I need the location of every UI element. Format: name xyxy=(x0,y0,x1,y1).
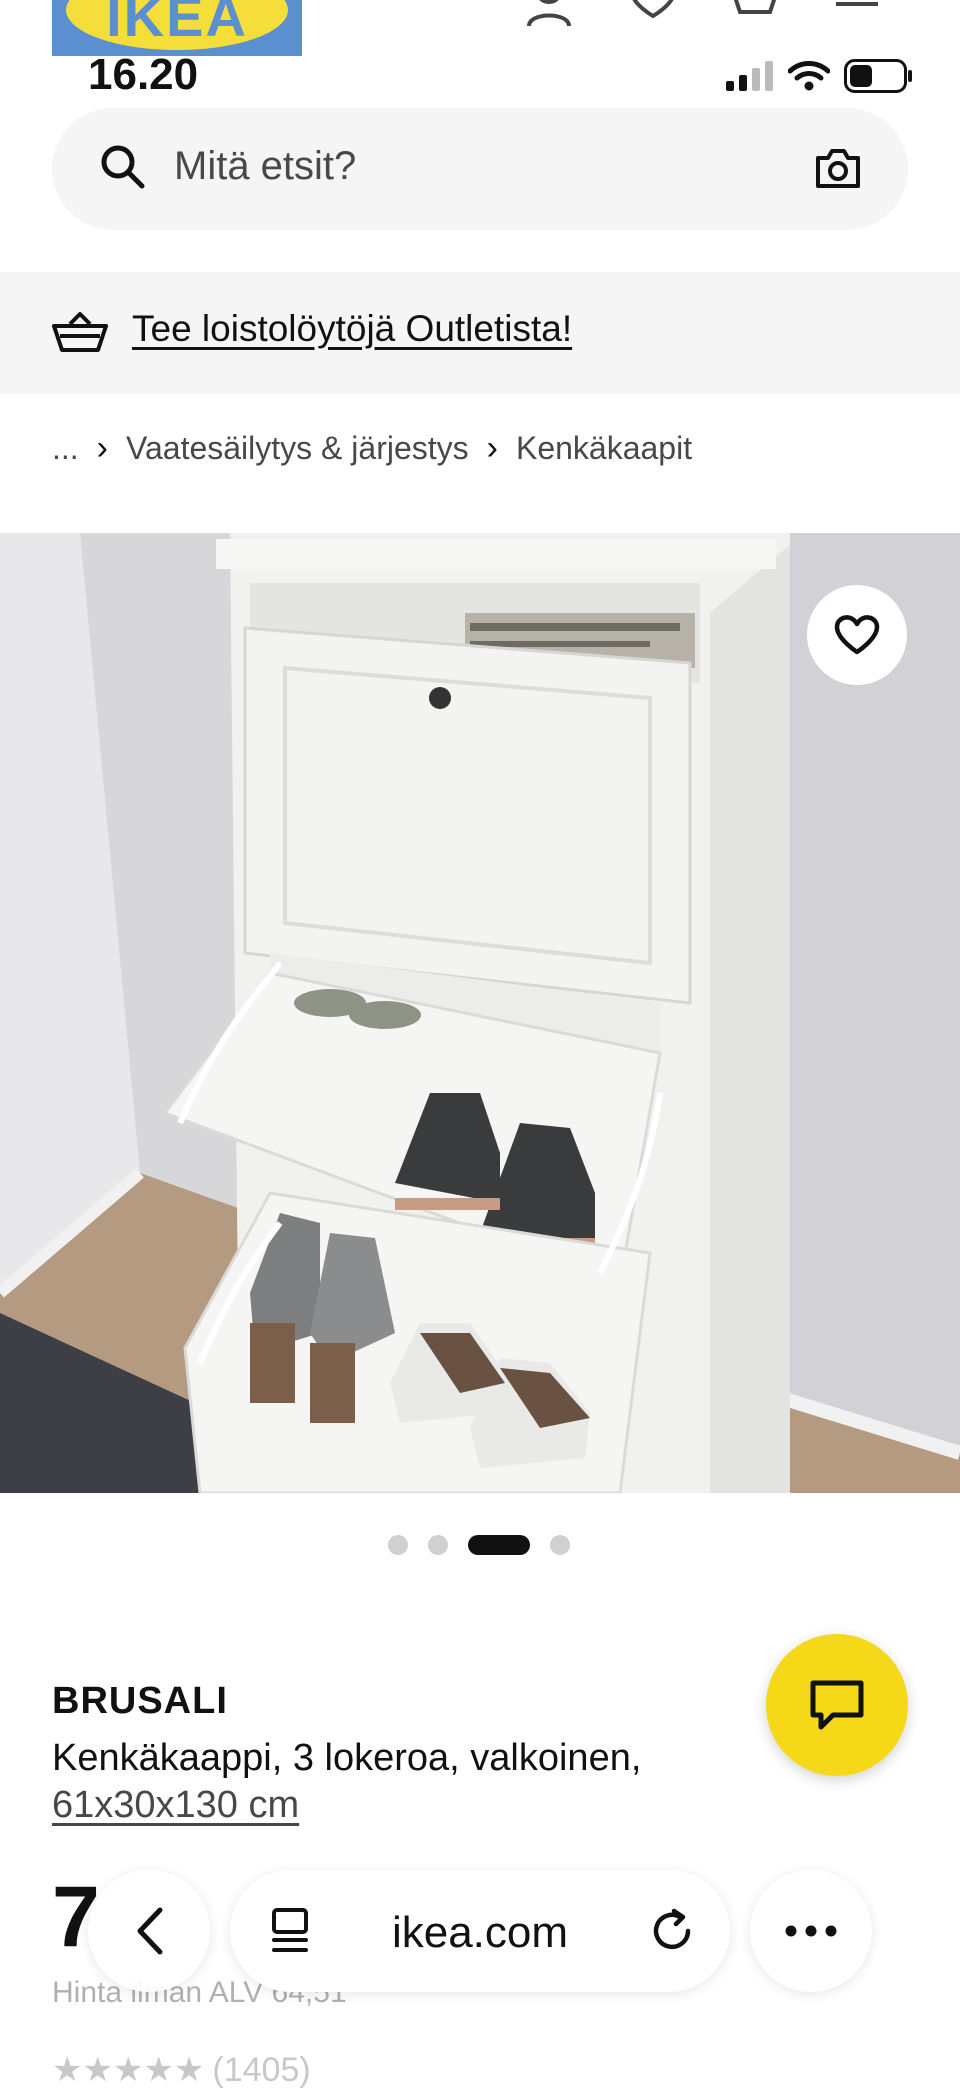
product-size-link[interactable]: 61x30x130 cm xyxy=(52,1784,299,1827)
outlet-banner[interactable]: Tee loistolöytöjä Outletista! xyxy=(0,272,960,394)
breadcrumb-item-vaatesailytys[interactable]: Vaatesäilytys & järjestys xyxy=(126,430,469,467)
carousel-dot[interactable] xyxy=(428,1535,448,1555)
breadcrumb: ... › Vaatesäilytys & järjestys › Kenkäk… xyxy=(52,428,692,468)
chevron-right-icon: › xyxy=(96,428,108,467)
chevron-right-icon: › xyxy=(486,428,498,467)
status-icons xyxy=(726,56,914,96)
ikea-logo[interactable]: IKEA xyxy=(52,0,302,56)
product-name: BRUSALI xyxy=(52,1680,228,1722)
carousel-dots xyxy=(388,1535,570,1555)
more-icon xyxy=(785,1925,837,1937)
reload-icon[interactable] xyxy=(650,1908,696,1954)
shoe-cabinet-illustration xyxy=(0,533,960,1493)
product-image[interactable] xyxy=(0,533,960,1493)
logo-text: IKEA xyxy=(106,0,248,48)
search-bar[interactable]: Mitä etsit? xyxy=(52,108,908,230)
chat-button[interactable] xyxy=(766,1634,908,1776)
basket-icon xyxy=(52,312,108,352)
browser-back-button[interactable] xyxy=(88,1870,210,1992)
search-icon xyxy=(101,145,145,189)
chat-icon xyxy=(810,1680,864,1730)
status-time: 16.20 xyxy=(88,50,199,99)
outlet-link[interactable]: Tee loistolöytöjä Outletista! xyxy=(132,308,572,350)
signal-icon xyxy=(726,61,773,91)
favorite-button[interactable] xyxy=(807,585,907,685)
battery-icon xyxy=(844,59,912,93)
product-rating[interactable]: ★★★★★ (1405) xyxy=(52,2050,311,2090)
user-icon[interactable] xyxy=(524,0,574,28)
search-input[interactable]: Mitä etsit? xyxy=(174,144,356,189)
product-description: Kenkäkaappi, 3 lokeroa, valkoinen, xyxy=(52,1737,642,1779)
address-bar[interactable]: ikea.com xyxy=(230,1870,730,1992)
breadcrumb-ellipsis[interactable]: ... xyxy=(52,430,79,467)
heart-icon xyxy=(834,615,880,655)
breadcrumb-item-kenkakaapit[interactable]: Kenkäkaapit xyxy=(516,430,692,467)
menu-icon[interactable] xyxy=(834,0,884,28)
rating-stars: ★★★★★ xyxy=(52,2051,205,2089)
back-icon xyxy=(137,1907,163,1955)
heart-icon[interactable] xyxy=(628,0,678,28)
basket-icon[interactable] xyxy=(730,0,780,28)
more-options-button[interactable] xyxy=(750,1870,872,1992)
carousel-dot-active[interactable] xyxy=(468,1535,530,1555)
carousel-dot[interactable] xyxy=(550,1535,570,1555)
wifi-icon xyxy=(788,61,830,91)
camera-icon[interactable] xyxy=(814,146,862,190)
carousel-dot[interactable] xyxy=(388,1535,408,1555)
rating-count: (1405) xyxy=(212,2050,311,2089)
